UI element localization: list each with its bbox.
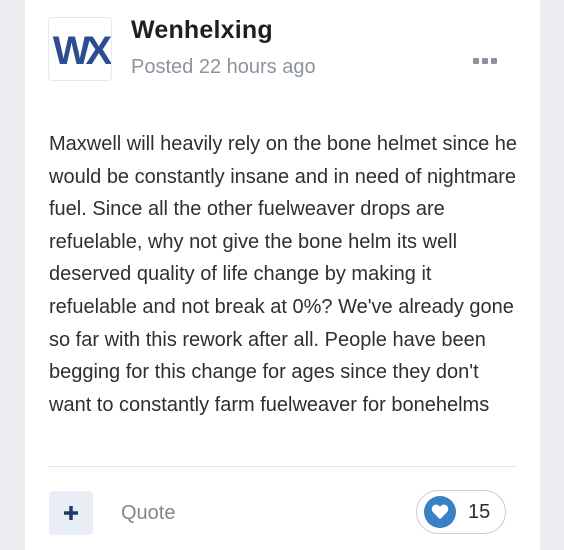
more-options-icon[interactable]	[465, 52, 505, 70]
divider	[49, 466, 517, 467]
author-name[interactable]: Wenhelxing	[131, 16, 273, 45]
avatar-text: WX	[53, 29, 111, 73]
multiquote-button[interactable]	[49, 491, 93, 535]
dot	[482, 58, 488, 64]
heart-badge	[424, 496, 456, 528]
plus-icon	[64, 506, 78, 520]
dot	[473, 58, 479, 64]
post-card: WX Wenhelxing Posted 22 hours ago Maxwel…	[25, 0, 540, 550]
dot	[491, 58, 497, 64]
reaction-button[interactable]: 15	[416, 490, 506, 534]
post-body: Maxwell will heavily rely on the bone he…	[49, 133, 518, 416]
quote-button[interactable]: Quote	[121, 502, 175, 525]
post-timestamp: Posted 22 hours ago	[131, 56, 316, 78]
avatar[interactable]: WX	[49, 18, 111, 80]
reaction-count: 15	[468, 500, 491, 523]
wx-logo-icon: WX	[53, 29, 111, 73]
heart-icon	[431, 504, 449, 520]
